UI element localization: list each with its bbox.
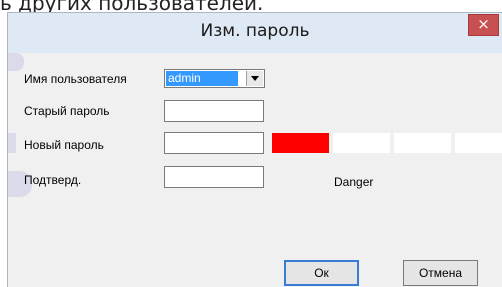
strength-segment-1 — [272, 133, 329, 153]
cancel-button[interactable]: Отмена — [403, 260, 478, 286]
strength-segment-2 — [333, 133, 390, 153]
strength-label: Danger — [334, 175, 374, 189]
new-password-label: Новый пароль — [24, 138, 104, 152]
old-password-input[interactable] — [164, 100, 264, 122]
username-select[interactable]: admin — [164, 69, 265, 88]
strength-segment-4 — [455, 133, 502, 153]
dialog-body: Имя пользователя admin Старый пароль Нов… — [8, 53, 502, 287]
old-password-label: Старый пароль — [24, 104, 110, 118]
username-label: Имя пользователя — [24, 72, 127, 86]
close-button[interactable]: × — [468, 14, 499, 36]
watermark-shape — [8, 133, 16, 153]
dialog-title: Изм. пароль — [200, 21, 310, 41]
confirm-password-input[interactable] — [164, 166, 264, 188]
chevron-down-icon[interactable] — [246, 71, 263, 86]
confirm-password-label: Подтверд. — [24, 173, 82, 187]
new-password-input[interactable] — [164, 132, 264, 154]
change-password-dialog: Изм. пароль × Имя пользователя admin Ста… — [7, 12, 502, 287]
ok-button[interactable]: Ок — [284, 260, 359, 286]
dialog-titlebar[interactable]: Изм. пароль × — [8, 13, 502, 53]
strength-segment-3 — [394, 133, 451, 153]
watermark-shape — [8, 53, 24, 71]
username-selected-value: admin — [166, 71, 238, 86]
